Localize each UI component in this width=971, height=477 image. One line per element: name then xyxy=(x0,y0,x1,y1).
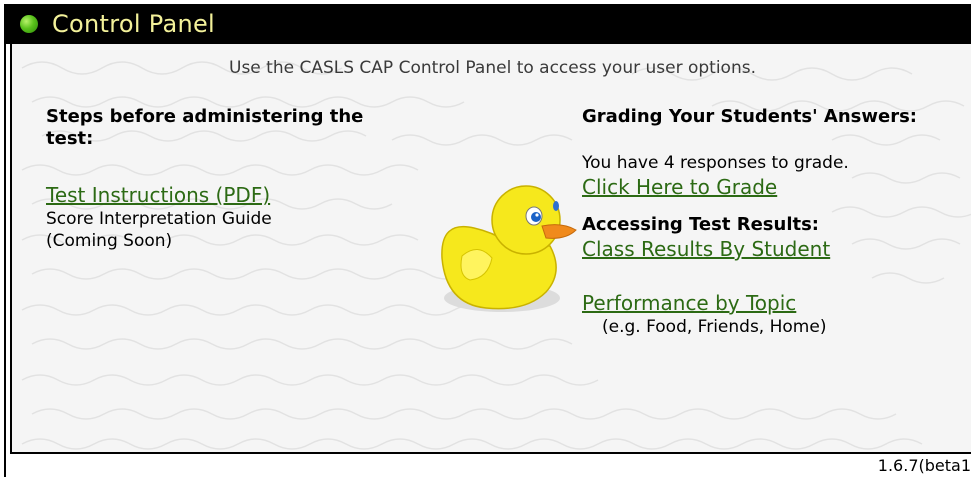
grading-heading: Grading Your Students' Answers: xyxy=(582,106,917,127)
status-dot-icon xyxy=(20,15,38,33)
score-guide-text: Score Interpretation Guide xyxy=(46,209,272,229)
page-title: Control Panel xyxy=(52,10,216,38)
right-column: Grading Your Students' Answers: You have… xyxy=(582,106,962,338)
header-bar: Control Panel xyxy=(4,4,971,44)
version-label: 1.6.7(beta1 xyxy=(877,456,971,475)
grade-link[interactable]: Click Here to Grade xyxy=(582,174,777,200)
results-heading: Accessing Test Results: xyxy=(582,214,820,235)
score-guide-status: (Coming Soon) xyxy=(46,231,173,251)
performance-topic-link[interactable]: Performance by Topic xyxy=(582,290,796,316)
responses-count-text: You have 4 responses to grade. xyxy=(582,153,849,173)
control-panel-content: Use the CASLS CAP Control Panel to acces… xyxy=(10,44,971,454)
topic-example-text: (e.g. Food, Friends, Home) xyxy=(602,317,827,337)
left-column: Steps before administering the test: Tes… xyxy=(46,106,391,252)
class-results-link[interactable]: Class Results By Student xyxy=(582,236,830,262)
test-instructions-link[interactable]: Test Instructions (PDF) xyxy=(46,182,270,208)
panel-subtitle: Use the CASLS CAP Control Panel to acces… xyxy=(229,58,756,78)
duck-mascot-icon xyxy=(441,185,577,312)
steps-heading: Steps before administering the test: xyxy=(46,106,364,149)
panel-left-border xyxy=(4,44,6,477)
